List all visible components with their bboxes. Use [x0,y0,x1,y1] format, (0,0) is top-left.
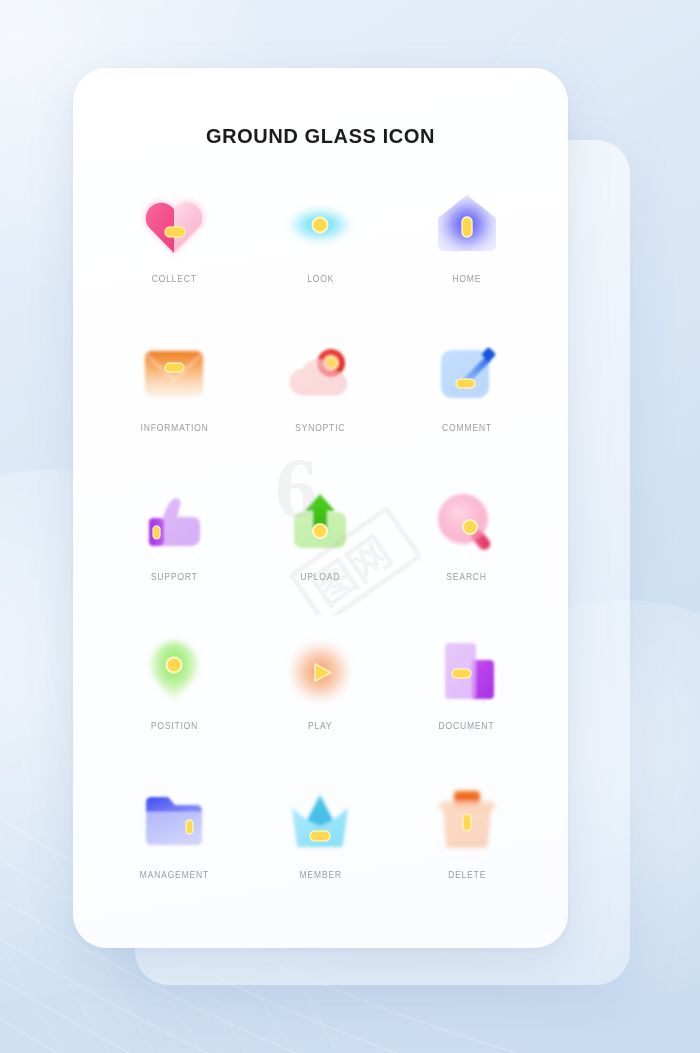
icon-item-document[interactable]: DOCUMENT [394,633,540,756]
folder-icon [135,782,213,860]
cloud-sun-icon [281,335,359,413]
icon-label: DELETE [447,870,486,881]
pen-square-icon [428,335,506,413]
icon-item-look[interactable]: LOOK [247,186,393,309]
eye-icon [281,186,359,264]
icon-label: POSITION [150,721,198,732]
page-title: GROUND GLASS ICON [205,126,436,148]
icon-item-search[interactable]: SEARCH [394,484,540,607]
icon-item-member[interactable]: MEMBER [247,782,393,905]
icon-item-home[interactable]: HOME [394,186,540,309]
icon-item-upload[interactable]: UPLOAD [247,484,393,607]
icon-item-collect[interactable]: COLLECT [101,186,247,309]
icon-item-information[interactable]: INFORMATION [101,335,247,458]
icon-grid: COLLECT LOOK HOME INFORMATION SYNOPTIC C… [101,186,540,905]
icon-label: COMMENT [441,423,492,434]
map-pin-icon [135,633,213,711]
icon-item-management[interactable]: MANAGEMENT [101,782,247,905]
icon-label: DOCUMENT [438,721,495,732]
document-icon [428,633,506,711]
icon-item-delete[interactable]: DELETE [394,782,540,905]
icon-label: MANAGEMENT [139,870,209,881]
crown-icon [281,782,359,860]
icon-set-card: GROUND GLASS ICON COLLECT LOOK HOME INFO… [73,68,568,948]
icon-label: SYNOPTIC [295,423,346,434]
icon-label: MEMBER [299,870,342,881]
icon-item-comment[interactable]: COMMENT [394,335,540,458]
thumbs-up-icon [135,484,213,562]
icon-label: HOME [452,274,482,285]
icon-label: COLLECT [151,274,197,285]
icon-item-position[interactable]: POSITION [101,633,247,756]
icon-label: PLAY [308,721,333,732]
icon-label: INFORMATION [140,423,209,434]
trash-icon [428,782,506,860]
envelope-icon [135,335,213,413]
icon-item-synoptic[interactable]: SYNOPTIC [247,335,393,458]
magnifier-icon [428,484,506,562]
icon-label: LOOK [306,274,334,285]
heart-icon [135,186,213,264]
icon-item-support[interactable]: SUPPORT [101,484,247,607]
house-icon [428,186,506,264]
icon-label: SEARCH [446,572,488,583]
icon-item-play[interactable]: PLAY [247,633,393,756]
play-circle-icon [281,633,359,711]
icon-label: SUPPORT [150,572,198,583]
icon-label: UPLOAD [300,572,341,583]
upload-icon [281,484,359,562]
